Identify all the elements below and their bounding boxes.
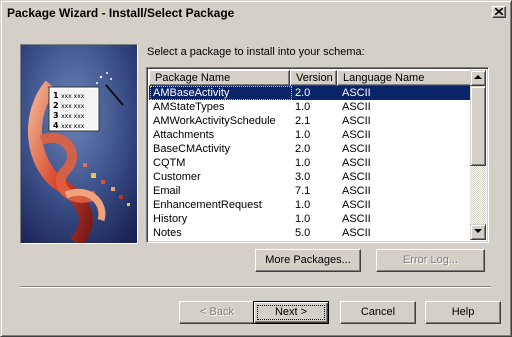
cell-version: 2.0 bbox=[295, 143, 311, 155]
arrow-up-icon bbox=[474, 75, 482, 79]
column-header-version[interactable]: Version bbox=[290, 70, 337, 86]
cell-package-name: Customer bbox=[153, 171, 201, 183]
scroll-thumb[interactable] bbox=[470, 86, 486, 166]
package-wizard-window: Package Wizard - Install/Select Package bbox=[0, 0, 512, 337]
cell-version: 2.0 bbox=[295, 87, 311, 99]
cell-language-name: ASCII bbox=[342, 185, 371, 197]
package-list[interactable]: Package Name Version Language Name AMBas… bbox=[146, 67, 489, 243]
error-log-button[interactable]: Error Log... bbox=[376, 249, 485, 272]
next-label: Next > bbox=[274, 306, 308, 318]
cell-package-name: AMStateTypes bbox=[153, 101, 225, 113]
table-row[interactable]: Notes 5.0 ASCII bbox=[149, 226, 472, 240]
list-line-text: xxx xxx bbox=[61, 93, 85, 100]
cell-version: 1.0 bbox=[295, 157, 311, 169]
list-header: Package Name Version Language Name bbox=[149, 70, 472, 86]
title-bar[interactable]: Package Wizard - Install/Select Package bbox=[4, 4, 508, 22]
error-log-label: Error Log... bbox=[402, 254, 459, 266]
list-line-number: 1 bbox=[53, 91, 59, 100]
table-row[interactable]: BaseCMActivity 2.0 ASCII bbox=[149, 142, 472, 156]
cell-language-name: ASCII bbox=[342, 87, 371, 99]
list-line-text: xxx xxx bbox=[61, 103, 85, 110]
wizard-graphic: 1 xxx xxx 2 xxx xxx 3 xxx xxx 4 xxx xxx bbox=[20, 44, 138, 244]
list-line-text: xxx xxx bbox=[61, 123, 85, 130]
column-header-package-name[interactable]: Package Name bbox=[149, 70, 290, 86]
cell-version: 5.0 bbox=[295, 227, 311, 239]
list-line-number: 2 bbox=[53, 101, 59, 110]
cancel-label: Cancel bbox=[360, 306, 396, 318]
cell-package-name: History bbox=[153, 213, 188, 225]
cell-package-name: AMWorkActivitySchedule bbox=[153, 115, 276, 127]
cell-version: 3.0 bbox=[295, 171, 311, 183]
help-label: Help bbox=[451, 306, 475, 318]
cell-language-name: ASCII bbox=[342, 171, 371, 183]
table-row[interactable]: AMWorkActivitySchedule 2.1 ASCII bbox=[149, 114, 472, 128]
cell-package-name: Notes bbox=[153, 227, 182, 239]
instruction-text: Select a package to install into your sc… bbox=[147, 46, 365, 58]
cell-version: 1.0 bbox=[295, 199, 311, 211]
cell-package-name: AMBaseActivity bbox=[153, 87, 230, 99]
cell-language-name: ASCII bbox=[342, 227, 371, 239]
window-title: Package Wizard - Install/Select Package bbox=[7, 6, 235, 20]
table-row[interactable]: EnhancementRequest 1.0 ASCII bbox=[149, 198, 472, 212]
cell-package-name: Email bbox=[153, 185, 181, 197]
table-row[interactable]: Attachments 1.0 ASCII bbox=[149, 128, 472, 142]
list-rows: AMBaseActivity 2.0 ASCII AMStateTypes 1.0 ASC… bbox=[149, 86, 472, 240]
scroll-up-button[interactable] bbox=[470, 70, 486, 86]
table-row[interactable]: Customer 3.0 ASCII bbox=[149, 170, 472, 184]
cell-language-name: ASCII bbox=[342, 199, 371, 211]
arrow-down-icon bbox=[474, 229, 482, 233]
close-button[interactable] bbox=[492, 6, 506, 18]
cell-version: 1.0 bbox=[295, 213, 311, 225]
close-icon bbox=[495, 8, 503, 15]
table-row[interactable]: History 1.0 ASCII bbox=[149, 212, 472, 226]
table-row[interactable]: Email 7.1 ASCII bbox=[149, 184, 472, 198]
column-header-language-name[interactable]: Language Name bbox=[337, 70, 472, 86]
next-button[interactable]: Next > bbox=[253, 301, 329, 324]
table-row[interactable]: AMStateTypes 1.0 ASCII bbox=[149, 100, 472, 114]
separator-line bbox=[20, 286, 491, 288]
cell-language-name: ASCII bbox=[342, 101, 371, 113]
wizard-list-card: 1 xxx xxx 2 xxx xxx 3 xxx xxx 4 xxx xxx bbox=[53, 91, 99, 131]
list-line-text: xxx xxx bbox=[61, 113, 85, 120]
cell-version: 7.1 bbox=[295, 185, 311, 197]
cell-language-name: ASCII bbox=[342, 157, 371, 169]
cancel-button[interactable]: Cancel bbox=[340, 301, 416, 324]
cell-language-name: ASCII bbox=[342, 129, 371, 141]
table-row[interactable]: AMBaseActivity 2.0 ASCII bbox=[149, 86, 472, 100]
cell-version: 2.1 bbox=[295, 115, 311, 127]
more-packages-button[interactable]: More Packages... bbox=[255, 249, 361, 272]
help-button[interactable]: Help bbox=[425, 301, 501, 324]
cell-package-name: EnhancementRequest bbox=[153, 199, 262, 211]
list-line-number: 3 bbox=[53, 111, 59, 120]
back-label: < Back bbox=[200, 306, 234, 318]
cell-package-name: Attachments bbox=[153, 129, 215, 141]
scroll-down-button[interactable] bbox=[470, 224, 486, 240]
cell-package-name: CQTM bbox=[153, 157, 186, 169]
cell-package-name: BaseCMActivity bbox=[153, 143, 231, 155]
cell-language-name: ASCII bbox=[342, 143, 371, 155]
cell-version: 1.0 bbox=[295, 129, 311, 141]
more-packages-label: More Packages... bbox=[265, 254, 351, 266]
wizard-illustration bbox=[21, 45, 137, 243]
cell-language-name: ASCII bbox=[342, 213, 371, 225]
back-button[interactable]: < Back bbox=[179, 301, 255, 324]
list-line-number: 4 bbox=[53, 121, 59, 130]
cell-language-name: ASCII bbox=[342, 115, 371, 127]
cell-version: 1.0 bbox=[295, 101, 311, 113]
vertical-scrollbar[interactable] bbox=[470, 70, 486, 240]
table-row[interactable]: CQTM 1.0 ASCII bbox=[149, 156, 472, 170]
